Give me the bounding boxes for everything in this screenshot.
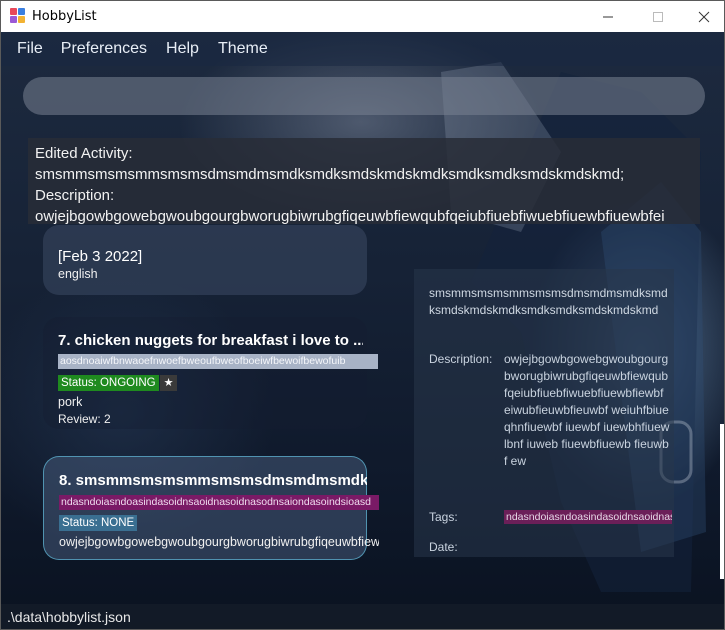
title-bar[interactable]: HobbyList xyxy=(1,1,724,32)
menu-file[interactable]: File xyxy=(17,40,43,58)
card-title: 7. chicken nuggets for breakfast i love … xyxy=(58,332,363,349)
status-bar-file-path: .\data\hobbylist.json xyxy=(1,604,724,629)
menu-theme[interactable]: Theme xyxy=(218,40,268,58)
result-line: Edited Activity: xyxy=(35,145,133,162)
tags-label: Tags: xyxy=(429,510,458,524)
tag-label: ndasndoiasndoasindasoidnsaoidnasoidnasod… xyxy=(504,510,672,524)
status-badge: Status: NONE xyxy=(59,515,138,531)
card-title: 8. smsmmsmsmsmmsmsmsdmsmdmsmdksmdksmdskm… xyxy=(59,472,367,489)
star-icon: ★ xyxy=(160,375,177,391)
menu-bar: File Preferences Help Theme xyxy=(1,32,724,66)
card-detail: english xyxy=(58,267,98,281)
maximize-button[interactable] xyxy=(635,1,681,32)
date-label: Date: xyxy=(429,540,458,554)
card-date: [Feb 3 2022] xyxy=(58,248,143,265)
close-icon xyxy=(698,11,710,22)
result-line: owjejbgowbgowebgwoubgourgbworugbiwrubgfi… xyxy=(35,208,665,224)
card-description: owjejbgowbgowebgwoubgourgbworugbiwrubgfi… xyxy=(59,535,379,549)
tag-label: aosdnoaiwfbnwaoefnwoefbweoufbweofboeiwfb… xyxy=(58,354,378,369)
activity-card[interactable]: 7. chicken nuggets for breakfast i love … xyxy=(43,317,378,429)
app-window: HobbyList File Preferences Help Theme Ed… xyxy=(0,0,725,630)
tag-label: ndasndoiasndoasindasoidnsaoidnasoidnasod… xyxy=(59,495,379,510)
minimize-button[interactable] xyxy=(585,1,631,32)
card-detail: pork xyxy=(58,395,83,409)
close-button[interactable] xyxy=(681,1,724,32)
menu-help[interactable]: Help xyxy=(166,40,199,58)
window-title: HobbyList xyxy=(32,9,97,24)
description-value: owjejbgowbgowebgwoubgourgbworugbiwrubgfi… xyxy=(504,352,670,468)
app-logo-icon xyxy=(10,8,26,24)
result-line: Description: xyxy=(35,187,115,204)
activity-detail-panel: smsmmsmsmsmmsmsmsdmsmdmsmdksmdksmdskmdsk… xyxy=(414,269,674,557)
minimize-icon xyxy=(603,16,613,17)
result-display: Edited Activity: smsmmsmsmsmmsmsmsdmsmdm… xyxy=(28,138,700,224)
activity-card[interactable]: [Feb 3 2022] english xyxy=(43,225,367,295)
app-body: File Preferences Help Theme Edited Activ… xyxy=(1,32,724,629)
activity-card-selected[interactable]: 8. smsmmsmsmsmmsmsmsdmsmdmsmdksmdksmdskm… xyxy=(43,456,379,560)
status-badge: Status: ONGOING xyxy=(58,375,159,391)
window-edge-artifact xyxy=(720,424,724,579)
result-line: smsmmsmsmsmmsmsmsdmsmdmsmdksmdksmdskmdsk… xyxy=(35,166,625,183)
description-label: Description: xyxy=(429,352,493,366)
menu-preferences[interactable]: Preferences xyxy=(61,40,147,58)
detail-activity-name: smsmmsmsmsmmsmsmsdmsmdmsmdksmdksmdskmdsk… xyxy=(429,286,668,317)
maximize-icon xyxy=(653,11,663,22)
card-review: Review: 2 xyxy=(58,412,111,426)
command-input[interactable] xyxy=(23,77,705,115)
